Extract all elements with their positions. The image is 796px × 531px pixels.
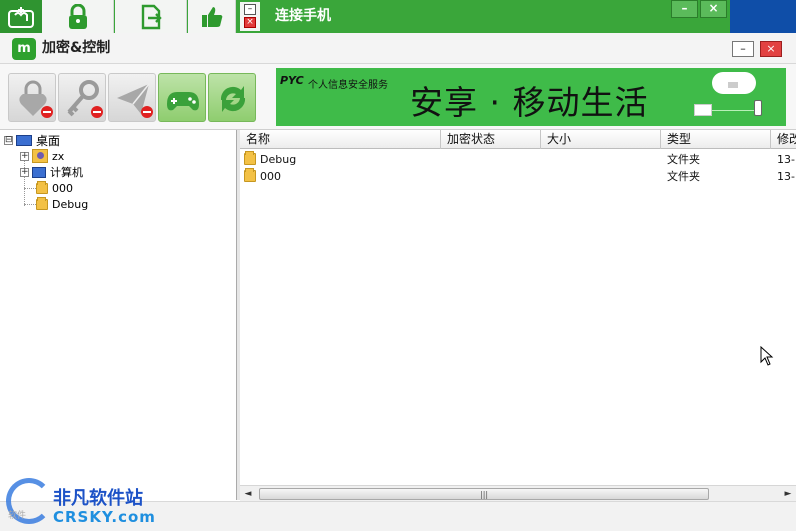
column-header-type[interactable]: 类型: [661, 130, 771, 149]
tree-node-000[interactable]: 000: [36, 180, 73, 196]
column-header-name[interactable]: 名称: [240, 130, 441, 149]
decrypt-button[interactable]: [58, 73, 106, 122]
banner-logo: PYC: [280, 74, 304, 87]
gamepad-icon: [167, 92, 199, 111]
tree-guide-line: [24, 188, 36, 189]
mini-close-button[interactable]: ×: [244, 17, 256, 28]
close-button[interactable]: ×: [700, 0, 727, 18]
ad-banner[interactable]: PYC 个人信息安全服务 安享 · 移动生活: [276, 68, 786, 126]
list-header: 名称 加密状态 大小 类型 修改: [240, 130, 796, 149]
connect-phone-title[interactable]: 连接手机: [275, 0, 331, 33]
scroll-right-arrow[interactable]: ►: [782, 488, 794, 500]
banner-tagline: 个人信息安全服务: [308, 80, 388, 91]
horizontal-scrollbar[interactable]: ◄ ||| ►: [240, 485, 796, 501]
encryption-status: [447, 168, 537, 185]
table-row[interactable]: Debug 文件夹 13-1: [240, 151, 796, 168]
tree-node-desktop[interactable]: ⊟ 桌面: [4, 132, 60, 148]
scroll-left-arrow[interactable]: ◄: [242, 488, 254, 500]
top-nav-bar: – × 连接手机 – ×: [0, 0, 796, 33]
column-header-encryption-status[interactable]: 加密状态: [441, 130, 541, 149]
game-control-button[interactable]: [158, 73, 206, 122]
lock-icon: [68, 3, 87, 29]
lock-nav-button[interactable]: [42, 0, 114, 33]
expand-toggle[interactable]: +: [20, 151, 29, 161]
tree-guide-line: [24, 204, 36, 205]
site-watermark: 软件 非凡软件站 CRSKY.com: [0, 472, 165, 531]
tree-node-label: Debug: [52, 197, 89, 211]
watermark-cn-text: 非凡软件站: [53, 488, 143, 509]
window-title-bar: m 加密&控制 – ×: [0, 33, 796, 64]
desktop-icon: [16, 134, 32, 146]
laptop-icon: [694, 104, 712, 116]
watermark-small-text: 软件: [8, 511, 27, 521]
sync-button[interactable]: [208, 73, 256, 122]
paper-plane-icon: [117, 83, 153, 118]
file-list[interactable]: 名称 加密状态 大小 类型 修改 Debug 文件夹 13-1 000 文件夹 …: [240, 130, 796, 500]
file-export-nav-button[interactable]: [115, 0, 187, 33]
send-button[interactable]: [108, 73, 156, 122]
file-export-icon: [141, 4, 162, 29]
mouse-cursor-icon: [760, 346, 774, 366]
column-header-size[interactable]: 大小: [541, 130, 661, 149]
folder-icon: [36, 196, 48, 210]
window-close-button[interactable]: ×: [760, 41, 782, 57]
file-modified: 13-1: [777, 170, 796, 183]
corner-panel: [730, 0, 796, 33]
scroll-grip: |||: [480, 490, 489, 499]
folder-icon: [244, 168, 256, 182]
scroll-thumb[interactable]: |||: [259, 488, 709, 500]
toolbar: PYC 个人信息安全服务 安享 · 移动生活: [0, 64, 796, 130]
router-icon: [728, 82, 738, 88]
column-header-modified[interactable]: 修改: [771, 130, 796, 149]
app-icon: m: [12, 38, 36, 60]
tree-node-label: zx: [52, 149, 65, 163]
collapse-toggle[interactable]: ⊟: [4, 135, 13, 145]
expand-toggle[interactable]: +: [20, 167, 29, 177]
thumbs-up-icon: [201, 6, 222, 27]
file-name: Debug: [260, 153, 297, 166]
file-size: [547, 151, 657, 168]
file-name: 000: [260, 170, 281, 183]
user-folder-icon: [32, 149, 48, 163]
connection-line: [712, 110, 754, 111]
file-type: 文件夹: [667, 153, 700, 166]
window-title: 加密&控制: [42, 40, 111, 56]
thumbs-up-nav-button[interactable]: [188, 0, 236, 33]
key-icon: [67, 80, 103, 118]
folder-icon: [244, 151, 256, 165]
mini-window-controls: – ×: [240, 2, 260, 31]
watermark-en-text: CRSKY.com: [53, 508, 156, 526]
heart-lock-icon: [19, 80, 53, 118]
table-row[interactable]: 000 文件夹 13-1: [240, 168, 796, 185]
folder-icon: [36, 180, 48, 194]
tree-node-debug[interactable]: Debug: [36, 196, 88, 212]
file-type: 文件夹: [667, 170, 700, 183]
computer-icon: [32, 166, 46, 178]
tree-node-label: 000: [52, 181, 73, 195]
encrypt-button[interactable]: [8, 73, 56, 122]
encryption-status: [447, 151, 537, 168]
tree-node-zx[interactable]: + zx: [20, 148, 64, 164]
minimize-button[interactable]: –: [671, 0, 698, 18]
sync-arrows-icon: [220, 86, 246, 112]
banner-slogan: 安享 · 移动生活: [410, 83, 649, 122]
file-modified: 13-1: [777, 153, 796, 166]
file-size: [547, 168, 657, 185]
tree-node-label: 计算机: [50, 166, 83, 179]
phone-icon: [754, 100, 762, 116]
mini-minimize-button[interactable]: –: [244, 4, 256, 15]
tree-node-label: 桌面: [36, 133, 61, 148]
window-minimize-button[interactable]: –: [732, 41, 754, 57]
tree-node-computer[interactable]: + 计算机: [20, 164, 83, 180]
pyc-logo-icon[interactable]: [0, 0, 42, 33]
